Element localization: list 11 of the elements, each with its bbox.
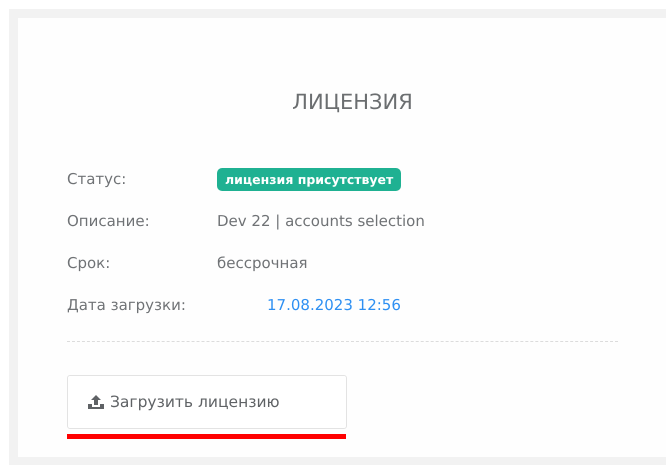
card-title: ЛИЦЕНЗИЯ bbox=[291, 90, 413, 114]
field-label: Дата загрузки: bbox=[67, 296, 187, 314]
field-label: Срок: bbox=[67, 254, 112, 272]
status-badge: лицензия присутствует bbox=[217, 168, 402, 190]
upload-date: 17.08.2023 12:56 bbox=[267, 296, 401, 314]
field-value: бессрочная bbox=[217, 254, 308, 272]
upload-icon bbox=[87, 394, 105, 410]
upload-license-button[interactable]: Загрузить лицензию bbox=[67, 375, 347, 429]
field-label: Описание: bbox=[67, 212, 151, 230]
field-label: Статус: bbox=[67, 170, 128, 188]
field-value: Dev 22 | accounts selection bbox=[217, 212, 425, 230]
